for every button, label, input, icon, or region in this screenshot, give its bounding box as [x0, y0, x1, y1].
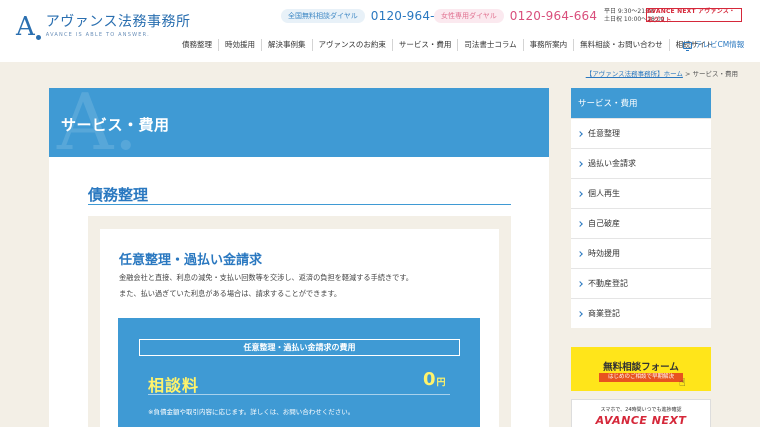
section-title: 債務整理: [88, 186, 149, 204]
page-title: サービス・費用: [61, 116, 170, 134]
nav-office[interactable]: 事務所案内: [524, 39, 575, 51]
pointer-hand-icon: ☝: [679, 376, 686, 389]
avance-next-button[interactable]: AVANCE NEXT アヴァンス・ネクスト: [646, 8, 742, 24]
sidebar-item-voluntary[interactable]: 任意整理: [571, 118, 711, 148]
sidebar-item-bankruptcy[interactable]: 自己破産: [571, 208, 711, 238]
chevron-right-icon: [577, 130, 583, 137]
site-header: A アヴァンス法務事務所 AVANCE IS ABLE TO ANSWER. 全…: [0, 0, 760, 62]
sidebar: サービス・費用 任意整理 過払い金請求 個人再生 自己破産 時効援用 不動産登記…: [571, 88, 711, 328]
sidebar-item-overpayment[interactable]: 過払い金請求: [571, 148, 711, 178]
chevron-right-icon: [577, 160, 583, 167]
nav-tv-cm[interactable]: テレビCM情報: [683, 39, 744, 51]
logo-tagline: AVANCE IS ABLE TO ANSWER.: [45, 32, 150, 38]
women-dial-number[interactable]: 0120-964-664: [510, 9, 597, 23]
avance-next-banner[interactable]: スマホで、24時間いつでも進捗確認 AVANCE NEXT: [571, 399, 711, 427]
chevron-right-icon: [577, 220, 583, 227]
free-consultation-button[interactable]: 無料相談フォーム はじめのご相談で早期解決 ☝: [571, 347, 711, 391]
card-description: 金融会社と直接、利息の減免・支払い回数等を交渉し、返済の負担を軽減する手続きです…: [119, 273, 413, 298]
free-consultation-sub: はじめのご相談で早期解決: [599, 373, 683, 382]
fee-label: 任意整理・過払い金請求の費用: [139, 339, 460, 356]
card-title: 任意整理・過払い金請求: [119, 253, 263, 268]
general-dial-badge: 全国無料相談ダイヤル: [281, 9, 365, 23]
sidebar-item-commercial[interactable]: 商業登記: [571, 298, 711, 328]
sidebar-item-prescription[interactable]: 時効援用: [571, 238, 711, 268]
women-dial[interactable]: 女性専用ダイヤル 0120-964-664: [434, 9, 597, 23]
nav-service-fees[interactable]: サービス・費用: [393, 39, 459, 51]
logo-mark: A: [16, 14, 41, 40]
page-banner: A. サービス・費用: [49, 88, 549, 157]
sidebar-item-rehabilitation[interactable]: 個人再生: [571, 178, 711, 208]
nav-contact[interactable]: 無料相談・お問い合わせ: [574, 39, 670, 51]
nav-column[interactable]: 司法書士コラム: [458, 39, 524, 51]
nav-promise[interactable]: アヴァンスのお約束: [313, 39, 393, 51]
next-banner-caption: スマホで、24時間いつでも進捗確認: [600, 407, 682, 413]
sidebar-heading[interactable]: サービス・費用: [571, 88, 711, 118]
fee-name: 相談料: [148, 376, 200, 395]
breadcrumb: 【アヴァンス法務事務所】ホーム > サービス・費用: [585, 70, 739, 78]
fee-divider: [148, 394, 450, 395]
global-nav: 債務整理 時効援用 解決事例集 アヴァンスのお約束 サービス・費用 司法書士コラ…: [176, 39, 719, 51]
fee-note: ※負債金額や取引内容に応じます。詳しくは、お問い合わせください。: [148, 408, 355, 416]
breadcrumb-home[interactable]: 【アヴァンス法務事務所】ホーム: [586, 70, 683, 78]
fee-box: 任意整理・過払い金請求の費用 相談料 0円 ※負債金額や取引内容に応じます。詳し…: [118, 318, 480, 427]
chevron-right-icon: [577, 190, 583, 197]
women-dial-badge: 女性専用ダイヤル: [434, 9, 504, 23]
nav-prescription[interactable]: 時効援用: [219, 39, 262, 51]
tv-icon: [683, 41, 692, 51]
section-divider: [88, 204, 511, 205]
chevron-right-icon: [577, 310, 583, 317]
fee-value: 0円: [423, 369, 446, 390]
general-dial[interactable]: 全国無料相談ダイヤル 0120-964-564: [281, 9, 458, 23]
main-content: A. サービス・費用 債務整理 任意整理・過払い金請求 金融会社と直接、利息の減…: [49, 88, 549, 427]
chevron-right-icon: [577, 280, 583, 287]
chevron-right-icon: [577, 250, 583, 257]
logo-name: アヴァンス法務事務所: [45, 14, 191, 30]
breadcrumb-current: サービス・費用: [692, 70, 739, 78]
free-consultation-title: 無料相談フォーム: [603, 362, 679, 373]
site-logo[interactable]: A アヴァンス法務事務所 AVANCE IS ABLE TO ANSWER.: [16, 14, 191, 40]
nav-debt[interactable]: 債務整理: [176, 39, 219, 51]
next-banner-logo: AVANCE NEXT: [595, 414, 687, 427]
nav-cases[interactable]: 解決事例集: [262, 39, 313, 51]
sidebar-item-real-estate[interactable]: 不動産登記: [571, 268, 711, 298]
